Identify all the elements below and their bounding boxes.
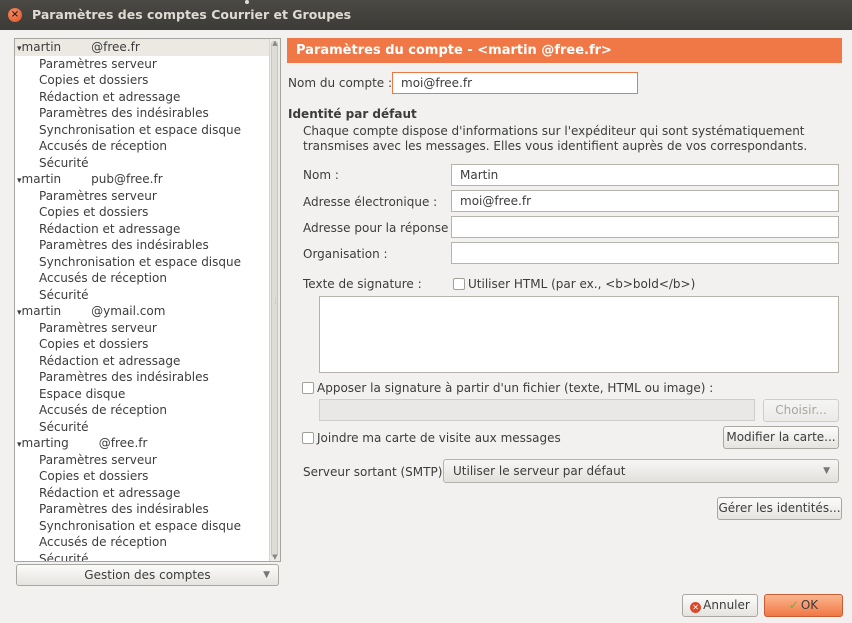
tree-account[interactable]: ▾marting @free.fr	[15, 435, 280, 452]
cancel-button[interactable]: ✕ Annuler	[682, 594, 758, 617]
reply-to-input[interactable]	[451, 216, 839, 238]
manage-identities-button[interactable]: Gérer les identités...	[717, 497, 842, 520]
account-name-input[interactable]: moi@free.fr	[392, 72, 638, 94]
tree-item[interactable]: Accusés de réception	[15, 402, 280, 419]
tree-rows: ▾martin @free.fr Paramètres serveur Copies …	[15, 39, 280, 562]
tree-item[interactable]: Accusés de réception	[15, 138, 280, 155]
reply-to-label: Adresse pour la réponse :	[303, 221, 457, 235]
window-title: Paramètres des comptes Courrier et Group…	[32, 7, 352, 22]
signature-label: Texte de signature :	[303, 277, 422, 291]
ok-button[interactable]: ✓ OK	[764, 594, 843, 617]
tree-item[interactable]: Synchronisation et espace disque	[15, 518, 280, 535]
tree-item[interactable]: Accusés de réception	[15, 270, 280, 287]
tree-item[interactable]: Synchronisation et espace disque	[15, 254, 280, 271]
chevron-down-icon: ▼	[263, 570, 270, 580]
account-domain: @free.fr	[91, 40, 140, 54]
cancel-label: Annuler	[703, 598, 750, 612]
tree-item[interactable]: Paramètres des indésirables	[15, 237, 280, 254]
tree-scrollbar[interactable]: ▲ ⋮ ▼	[269, 39, 280, 561]
grip-icon: ⋮	[272, 297, 279, 305]
email-label: Adresse électronique :	[303, 195, 438, 209]
tree-item[interactable]: Paramètres des indésirables	[15, 369, 280, 386]
check-icon: ✓	[788, 598, 799, 612]
account-domain: @ymail.com	[91, 304, 166, 318]
close-icon[interactable]: ×	[8, 8, 22, 22]
signature-file-path-input	[319, 399, 755, 421]
account-name-label: Nom du compte :	[288, 76, 393, 90]
tree-item[interactable]: Paramètres serveur	[15, 188, 280, 205]
account-name: martin	[21, 172, 62, 186]
use-html-label: Utiliser HTML (par ex., <b>bold</b>)	[468, 277, 696, 291]
name-label: Nom :	[303, 168, 339, 182]
account-name: marting	[21, 436, 69, 450]
vcard-checkbox[interactable]	[302, 432, 314, 444]
tree-item[interactable]: Paramètres serveur	[15, 452, 280, 469]
organization-input[interactable]	[451, 242, 839, 264]
account-name: martin	[21, 40, 62, 54]
smtp-value: Utiliser le serveur par défaut	[453, 464, 626, 478]
manage-accounts-label: Gestion des comptes	[84, 568, 211, 582]
tree-item[interactable]: Rédaction et adressage	[15, 89, 280, 106]
tree-item[interactable]: Copies et dossiers	[15, 72, 280, 89]
tree-item[interactable]: Rédaction et adressage	[15, 353, 280, 370]
tree-account[interactable]: ▾martin @free.fr	[15, 39, 280, 56]
use-html-checkbox[interactable]	[453, 278, 465, 290]
tree-item[interactable]: Paramètres des indésirables	[15, 501, 280, 518]
tree-account[interactable]: ▾martin pub@free.fr	[15, 171, 280, 188]
tree-item[interactable]: Rédaction et adressage	[15, 485, 280, 502]
vcard-label: Joindre ma carte de visite aux messages	[317, 431, 561, 445]
tree-account[interactable]: ▾martin @ymail.com	[15, 303, 280, 320]
modify-card-button[interactable]: Modifier la carte...	[723, 426, 839, 449]
smtp-select[interactable]: Utiliser le serveur par défaut ▼	[443, 459, 839, 483]
scroll-down-icon[interactable]: ▼	[270, 553, 280, 561]
identity-heading: Identité par défaut	[288, 107, 417, 121]
tree-item[interactable]: Sécurité	[15, 419, 280, 436]
tree-item[interactable]: Paramètres des indésirables	[15, 105, 280, 122]
signature-file-label: Apposer la signature à partir d'un fichi…	[317, 381, 714, 395]
tree-item[interactable]: Copies et dossiers	[15, 204, 280, 221]
tree-item[interactable]: Paramètres serveur	[15, 56, 280, 73]
account-domain: @free.fr	[98, 436, 148, 450]
tree-item[interactable]: Sécurité	[15, 287, 280, 304]
choose-button[interactable]: Choisir...	[763, 399, 839, 422]
tree-item[interactable]: Sécurité	[15, 551, 280, 562]
tree-item[interactable]: Synchronisation et espace disque	[15, 122, 280, 139]
tree-item[interactable]: Copies et dossiers	[15, 336, 280, 353]
tree-item[interactable]: Rédaction et adressage	[15, 221, 280, 238]
smtp-label: Serveur sortant (SMTP) :	[303, 465, 451, 479]
signature-textarea[interactable]	[319, 296, 839, 373]
ok-label: OK	[800, 598, 819, 612]
account-domain: pub@free.fr	[91, 172, 163, 186]
chevron-down-icon: ▼	[823, 466, 830, 476]
tree-item[interactable]: Copies et dossiers	[15, 468, 280, 485]
panel-header: Paramètres du compte - <martin @free.fr>	[287, 38, 842, 63]
email-input[interactable]: moi@free.fr	[451, 190, 839, 212]
organization-label: Organisation :	[303, 247, 388, 261]
identity-description: Chaque compte dispose d'informations sur…	[303, 124, 808, 153]
account-tree[interactable]: ▾martin @free.fr Paramètres serveur Copies …	[14, 38, 281, 562]
name-input[interactable]: Martin	[451, 164, 839, 186]
tree-item[interactable]: Paramètres serveur	[15, 320, 280, 337]
scroll-up-icon[interactable]: ▲	[270, 39, 280, 47]
tree-item[interactable]: Espace disque	[15, 386, 280, 403]
tree-item[interactable]: Sécurité	[15, 155, 280, 172]
signature-file-checkbox[interactable]	[302, 382, 314, 394]
manage-accounts-button[interactable]: Gestion des comptes ▼	[16, 564, 279, 586]
cancel-icon: ✕	[690, 602, 702, 613]
account-name: martin	[21, 304, 62, 318]
title-bar: × Paramètres des comptes Courrier et Gro…	[0, 0, 852, 30]
tree-item[interactable]: Accusés de réception	[15, 534, 280, 551]
window-indicator	[245, 0, 249, 4]
